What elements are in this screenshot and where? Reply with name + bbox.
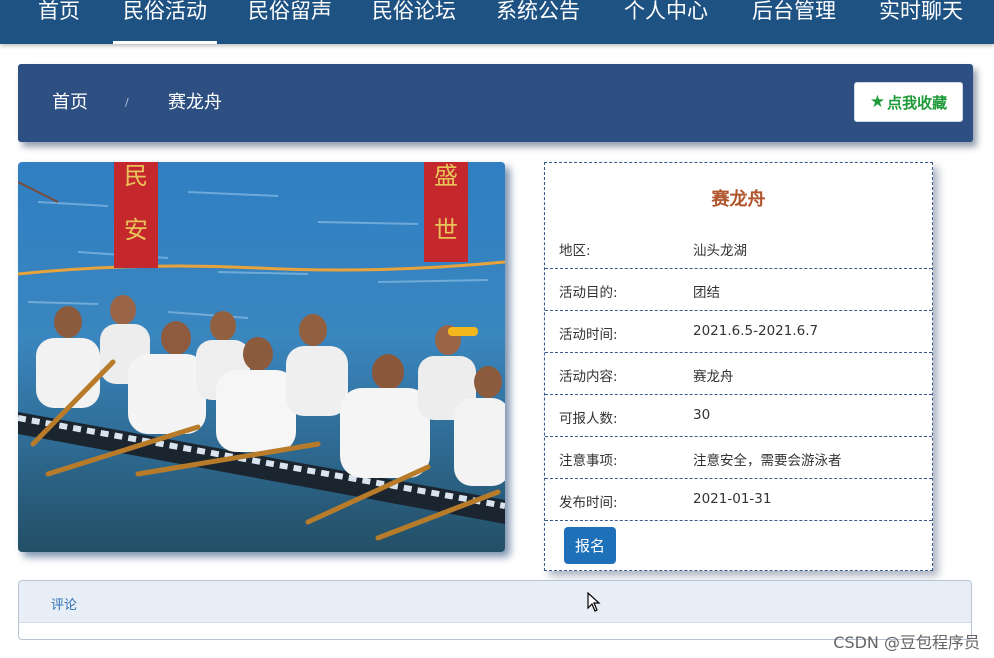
info-value: 注意安全，需要会游泳者 [693,453,842,469]
star-icon: ★ [869,92,886,112]
tab-comments[interactable]: 评论 [51,594,77,613]
nav-item-folk-forum[interactable]: 民俗论坛 [372,0,456,44]
banner-left-char-1: 民 [124,162,148,190]
info-row-publish-date: 发布时间: 2021-01-31 [545,479,932,521]
nav-item-announcements[interactable]: 系统公告 [496,0,580,44]
info-label: 活动目的: [559,285,618,301]
info-value: 2021-01-31 [693,491,772,507]
info-value: 汕头龙湖 [693,243,747,259]
info-value: 2021.6.5-2021.6.7 [693,323,819,339]
info-label: 发布时间: [559,495,618,511]
info-row-content: 活动内容: 赛龙舟 [545,353,932,395]
info-row-region: 地区: 汕头龙湖 [545,227,932,269]
info-label: 可报人数: [559,411,618,427]
nav-item-folk-activities[interactable]: 民俗活动 [113,0,217,44]
nav-item-folk-voices[interactable]: 民俗留声 [248,0,332,44]
info-label: 注意事项: [559,453,618,469]
banner-right-char-1: 盛 [434,162,458,190]
breadcrumb: 首页 / 赛龙舟 ★ 点我收藏 [18,64,973,142]
info-label: 活动内容: [559,369,618,385]
info-row-notes: 注意事项: 注意安全，需要会游泳者 [545,437,932,479]
info-value: 赛龙舟 [693,369,734,385]
info-label: 地区: [559,243,591,259]
info-value: 30 [693,407,711,423]
breadcrumb-current: 赛龙舟 [168,92,222,113]
mouse-cursor-icon [587,592,601,612]
nav-item-personal-center[interactable]: 个人中心 [624,0,708,44]
nav-item-admin[interactable]: 后台管理 [752,0,836,44]
comment-panel-header: 评论 [19,581,971,623]
top-navbar: 首页 民俗活动 民俗留声 民俗论坛 系统公告 个人中心 后台管理 实时聊天 [0,0,994,44]
nav-item-live-chat[interactable]: 实时聊天 [879,0,963,44]
info-label: 活动时间: [559,327,618,343]
signup-button[interactable]: 报名 [564,527,616,564]
banner-right-char-2: 世 [434,216,458,244]
info-row-capacity: 可报人数: 30 [545,395,932,437]
favorite-button-label: 点我收藏 [887,93,948,112]
info-row-purpose: 活动目的: 团结 [545,269,932,311]
activity-photo: 民 安 盛 世 [18,162,505,552]
banner-left-char-2: 安 [124,216,148,244]
nav-item-home[interactable]: 首页 [38,0,80,44]
breadcrumb-home-link[interactable]: 首页 [52,92,88,114]
activity-title: 赛龙舟 [711,189,766,210]
comment-panel: 评论 [18,580,972,640]
info-value: 团结 [693,285,720,301]
info-row-time: 活动时间: 2021.6.5-2021.6.7 [545,311,932,353]
watermark: CSDN @豆包程序员 [833,633,980,652]
breadcrumb-separator: / [125,96,129,109]
activity-info-panel: 赛龙舟 地区: 汕头龙湖 活动目的: 团结 活动时间: 2021.6.5-202… [544,162,933,571]
favorite-button[interactable]: ★ 点我收藏 [854,82,963,122]
